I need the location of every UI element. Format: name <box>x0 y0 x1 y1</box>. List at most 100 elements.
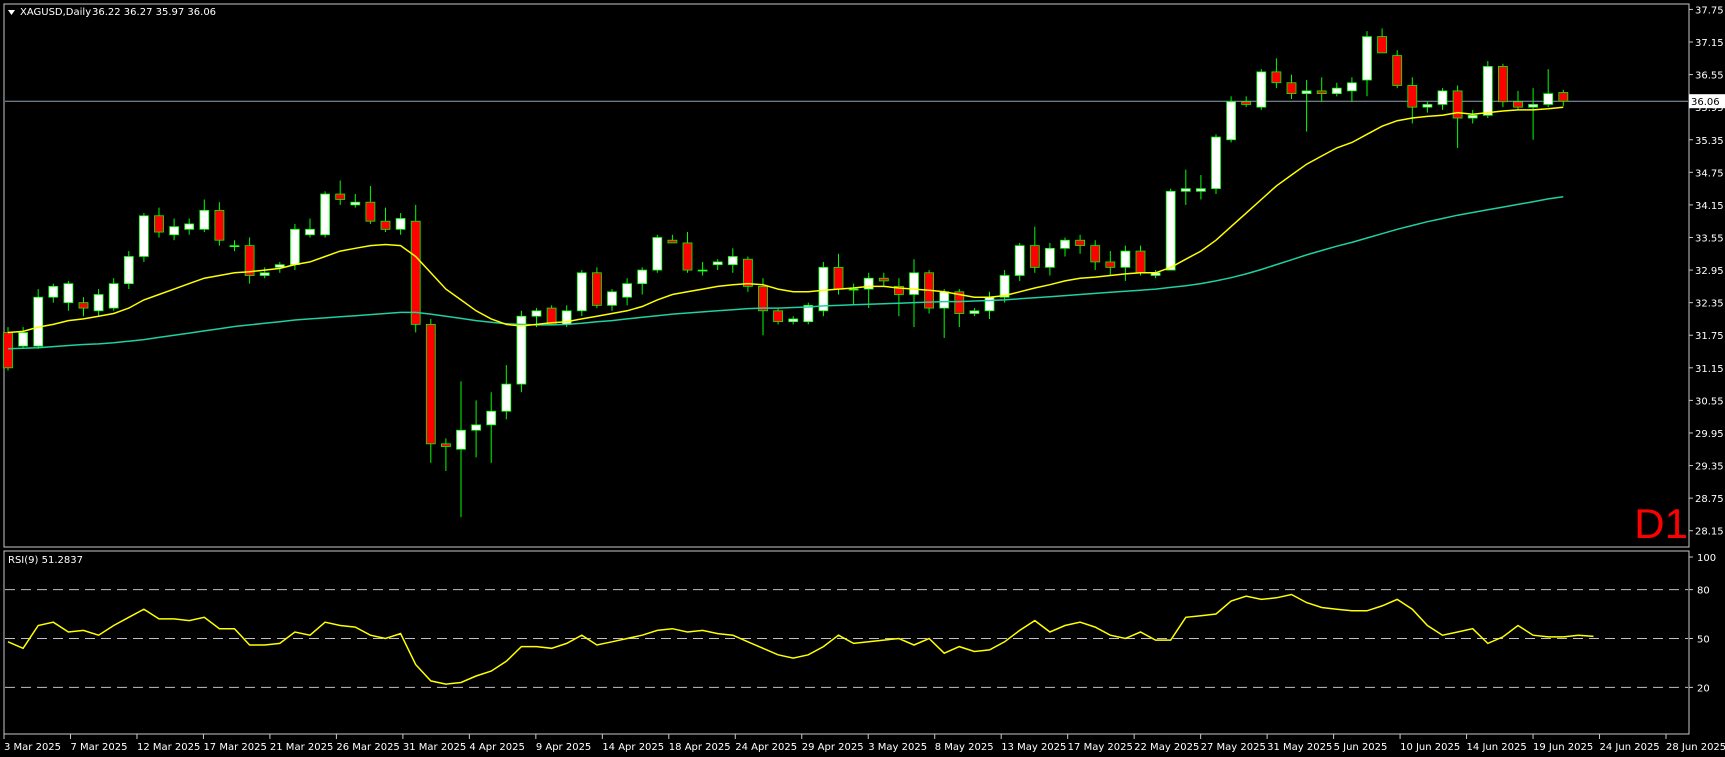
time-axis-label: 17 May 2025 <box>1068 742 1133 753</box>
candle-body <box>1256 71 1267 108</box>
candle <box>320 191 331 238</box>
candle-body <box>1226 101 1236 141</box>
candle <box>1392 50 1403 89</box>
time-axis-label: 8 May 2025 <box>935 742 994 753</box>
candle-body <box>365 201 376 222</box>
time-axis-label: 4 Apr 2025 <box>469 742 524 753</box>
candle <box>743 256 753 292</box>
time-axis-label: 21 Mar 2025 <box>270 742 333 753</box>
price-axis-label: 28.75 <box>1695 494 1724 505</box>
candle <box>425 318 436 463</box>
time-axis-label: 18 Apr 2025 <box>669 742 731 753</box>
candle-body <box>637 269 648 285</box>
candle-body <box>1014 245 1025 276</box>
candle-body <box>1558 92 1569 102</box>
rsi-axis-label: 50 <box>1697 635 1710 646</box>
candle-body <box>199 209 210 230</box>
candle <box>516 310 527 393</box>
chart-ohlc-label: 36.22 36.27 35.97 36.06 <box>92 7 216 18</box>
time-axis-label: 9 Apr 2025 <box>536 742 591 753</box>
candle <box>123 251 134 290</box>
candle-body <box>380 220 391 230</box>
candle-body <box>93 294 104 312</box>
time-axis-label: 19 Jun 2025 <box>1533 742 1593 753</box>
candle-body <box>78 302 89 309</box>
price-axis-label: 28.15 <box>1695 527 1724 538</box>
candle <box>289 223 300 271</box>
rsi-axis-label: 20 <box>1697 683 1710 694</box>
time-axis-label: 24 Jun 2025 <box>1600 742 1660 753</box>
candle-body <box>773 310 783 323</box>
candle-body <box>1180 188 1191 192</box>
candle-body <box>289 228 300 266</box>
candle <box>1165 188 1176 271</box>
candle-body <box>440 443 451 447</box>
candle-body <box>63 283 74 304</box>
candle-body <box>259 272 270 276</box>
candle-body <box>1377 36 1387 54</box>
candle-body <box>939 291 950 309</box>
candle-body <box>667 239 678 244</box>
candle-body <box>154 215 164 233</box>
candle-body <box>1165 190 1176 271</box>
candle-body <box>229 245 240 248</box>
candle-body <box>1241 101 1252 105</box>
candle-body <box>531 310 542 317</box>
candle <box>1211 134 1221 195</box>
price-axis-label: 33.55 <box>1695 233 1724 244</box>
candle-body <box>1543 93 1554 105</box>
candle-body <box>1090 245 1101 263</box>
candle-body <box>1271 71 1282 84</box>
candle-body <box>909 272 919 295</box>
current-price-tag-text: 36.06 <box>1691 97 1720 108</box>
chart-canvas: XAGUSD,Daily 36.22 36.27 35.97 36.06 D1 … <box>0 0 1725 757</box>
time-axis-label: 14 Apr 2025 <box>602 742 664 753</box>
candle-body <box>1316 90 1327 94</box>
candle <box>592 267 602 309</box>
candle-body <box>848 288 859 291</box>
time-axis-label: 14 Jun 2025 <box>1467 742 1527 753</box>
candle <box>1482 61 1493 119</box>
candle-body <box>1120 250 1131 268</box>
candle <box>576 270 587 317</box>
candle <box>773 308 783 325</box>
candle-body <box>984 296 995 312</box>
price-axis-label: 30.55 <box>1695 396 1724 407</box>
chart-symbol-label: XAGUSD,Daily <box>20 7 91 18</box>
time-axis-label: 5 Jun 2025 <box>1334 742 1388 753</box>
price-axis-label: 34.15 <box>1695 201 1724 212</box>
candle <box>138 213 149 262</box>
candle-body <box>1362 36 1372 81</box>
candle-body <box>1467 114 1478 119</box>
candle-body <box>123 256 134 285</box>
candle-body <box>999 275 1010 298</box>
time-axis-label: 24 Apr 2025 <box>735 742 797 753</box>
candle-body <box>743 258 753 287</box>
price-axis-label: 31.15 <box>1695 364 1724 375</box>
candle-body <box>697 269 708 272</box>
candle-body <box>969 310 980 314</box>
time-axis-label: 27 May 2025 <box>1201 742 1266 753</box>
candle-body <box>712 261 723 266</box>
candle <box>1014 242 1025 281</box>
candle-body <box>486 410 497 426</box>
candle-body <box>1331 87 1342 94</box>
price-axis-label: 36.55 <box>1695 71 1724 82</box>
candle-body <box>607 291 617 306</box>
candle-body <box>788 318 799 323</box>
candle-body <box>1075 239 1085 247</box>
price-axis-label: 32.95 <box>1695 266 1724 277</box>
time-axis-label: 28 Jun 2025 <box>1666 742 1725 753</box>
candle <box>546 305 557 325</box>
price-axis-label: 37.15 <box>1695 38 1724 49</box>
candle-body <box>184 223 195 230</box>
candle-body <box>1286 82 1297 94</box>
candle-body <box>33 296 44 347</box>
candle-body <box>1498 66 1508 103</box>
candle <box>1256 69 1267 110</box>
time-axis-label: 17 Mar 2025 <box>203 742 266 753</box>
candle-body <box>456 429 466 450</box>
candle-body <box>1437 90 1448 105</box>
rsi-axis-label: 80 <box>1697 586 1710 597</box>
candle-body <box>214 209 225 241</box>
